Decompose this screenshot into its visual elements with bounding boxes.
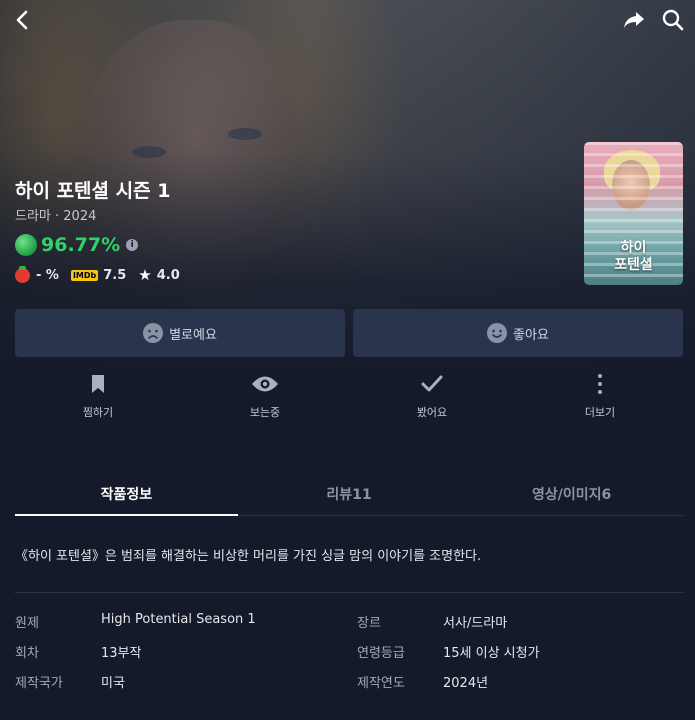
ratings-row: - % IMDb 7.5 ★ 4.0	[15, 265, 192, 284]
poster-title: 하이 포텐셜	[584, 240, 683, 274]
watching-button[interactable]: 보는중	[210, 370, 320, 420]
watched-button[interactable]: 봤어요	[377, 370, 487, 420]
detail-value: 2024년	[443, 676, 489, 691]
check-icon	[421, 375, 443, 392]
detail-value: 13부작	[101, 646, 142, 661]
detail-key: 장르	[357, 616, 381, 631]
detail-value: High Potential Season 1	[101, 612, 256, 627]
detail-value: 15세 이상 시청가	[443, 646, 540, 661]
imdb-value: 7.5	[103, 267, 127, 283]
search-icon	[662, 9, 684, 31]
bookmark-label: 찜하기	[82, 406, 114, 419]
action-bar: 찜하기 보는중 봤어요 더보기	[0, 370, 695, 430]
dislike-label: 별로예요	[169, 327, 217, 343]
tomato-value: - %	[36, 267, 59, 283]
bookmark-icon	[92, 375, 104, 393]
tomato-icon	[15, 265, 30, 283]
imdb-icon: IMDb	[70, 269, 99, 281]
star-value: 4.0	[156, 267, 180, 283]
detail-value: 미국	[101, 676, 125, 691]
imdb-rating: IMDb 7.5	[70, 267, 127, 283]
match-score: 96.77%	[41, 234, 121, 256]
more-label: 더보기	[584, 406, 616, 419]
bookmark-button[interactable]: 찜하기	[43, 370, 153, 420]
share-icon	[624, 12, 644, 28]
like-button[interactable]: 좋아요	[353, 309, 683, 357]
tab-bar: 작품정보 리뷰11 영상/이미지6	[15, 472, 683, 516]
watched-label: 봤어요	[416, 406, 448, 419]
share-button[interactable]	[620, 6, 648, 34]
star-icon: ★	[138, 266, 152, 284]
watching-label: 보는중	[249, 406, 281, 419]
detail-key: 제작연도	[357, 676, 405, 691]
tab-reviews[interactable]: 리뷰11	[238, 472, 461, 515]
more-vertical-icon	[598, 374, 602, 394]
like-label: 좋아요	[513, 327, 549, 343]
tab-media[interactable]: 영상/이미지6	[460, 472, 683, 515]
eye-icon	[252, 376, 278, 392]
detail-key: 회차	[15, 646, 39, 661]
tab-info[interactable]: 작품정보	[15, 472, 238, 516]
score-dot-icon	[15, 234, 37, 256]
tomato-rating: - %	[15, 265, 59, 283]
sad-face-icon	[143, 323, 164, 343]
smile-face-icon	[487, 323, 508, 343]
back-button[interactable]	[8, 6, 36, 34]
detail-key: 제작국가	[15, 676, 63, 691]
chevron-left-icon	[16, 10, 28, 30]
star-rating: ★ 4.0	[138, 266, 179, 284]
search-button[interactable]	[659, 6, 687, 34]
info-icon[interactable]: i	[126, 239, 139, 251]
detail-key: 연령등급	[357, 646, 405, 661]
top-bar	[0, 0, 695, 40]
page-title: 하이 포텐셜 시즌 1	[15, 180, 171, 202]
poster-title-line2: 포텐셜	[614, 257, 653, 273]
synopsis: 《하이 포텐셜》은 범죄를 해결하는 비상한 머리를 가진 싱글 맘의 이야기를…	[15, 549, 482, 564]
poster-image: 하이 포텐셜	[584, 142, 683, 285]
detail-key: 원제	[15, 616, 39, 631]
divider	[15, 592, 683, 593]
genre-year: 드라마 · 2024	[15, 209, 97, 224]
dislike-button[interactable]: 별로예요	[15, 309, 345, 357]
more-button[interactable]: 더보기	[545, 370, 655, 420]
score-row: 96.77% i	[15, 234, 139, 256]
detail-value: 서사/드라마	[443, 616, 508, 631]
poster-title-line1: 하이	[620, 240, 647, 256]
